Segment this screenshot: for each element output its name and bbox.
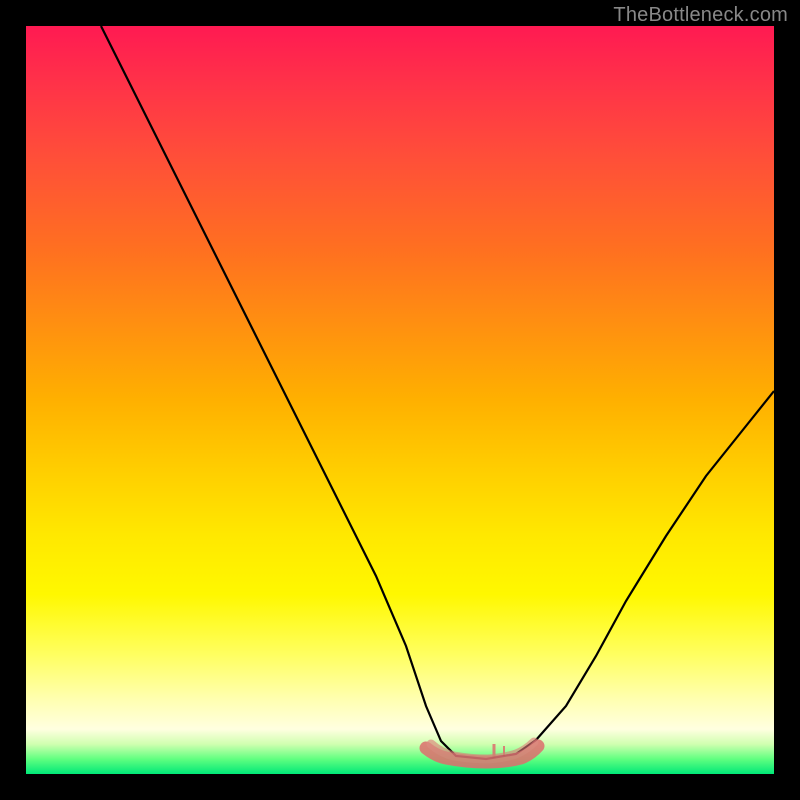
chart-container: TheBottleneck.com (0, 0, 800, 800)
curve-layer (26, 26, 774, 774)
optimal-zone-marker (426, 742, 538, 762)
plot-area (26, 26, 774, 774)
bottleneck-curve (101, 26, 774, 759)
watermark-text: TheBottleneck.com (613, 4, 788, 27)
